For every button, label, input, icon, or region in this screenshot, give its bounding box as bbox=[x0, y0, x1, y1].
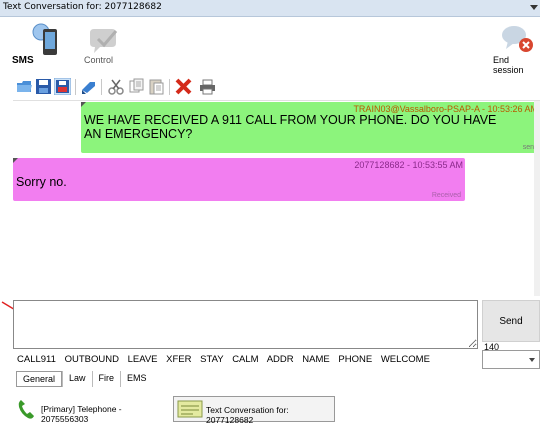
tab-ems[interactable]: EMS bbox=[120, 371, 153, 387]
quick-message-phone[interactable]: PHONE bbox=[338, 354, 372, 365]
delete-icon[interactable] bbox=[175, 78, 192, 95]
message-corner-marker bbox=[13, 158, 18, 163]
sms-label: SMS bbox=[12, 55, 34, 66]
send-button[interactable]: Send bbox=[482, 300, 540, 342]
toolbar-separator bbox=[169, 79, 170, 95]
quick-message-leave[interactable]: LEAVE bbox=[128, 354, 158, 365]
control-icon bbox=[90, 29, 118, 53]
message-meta: 2077128682 - 10:53:55 AM bbox=[354, 160, 463, 170]
paste-icon[interactable] bbox=[148, 78, 165, 95]
window-title: Text Conversation for: 2077128682 bbox=[3, 2, 162, 12]
cut-icon[interactable] bbox=[108, 78, 125, 95]
conversation-scrollbar[interactable] bbox=[534, 101, 540, 296]
quick-message-welcome[interactable]: WELCOME bbox=[381, 354, 430, 365]
save-all-icon[interactable] bbox=[54, 78, 71, 95]
window-menu-arrow-icon[interactable] bbox=[530, 5, 538, 10]
tab-fire[interactable]: Fire bbox=[91, 371, 121, 387]
message-corner-marker bbox=[81, 102, 86, 107]
text-session-label: Text Conversation for: 2077128682 bbox=[206, 405, 289, 425]
chevron-down-icon bbox=[529, 358, 535, 362]
print-icon[interactable] bbox=[199, 78, 216, 95]
edit-toolbar bbox=[0, 77, 540, 97]
conversation-pane[interactable]: TRAIN03@Vassalboro-PSAP-A - 10:53:26 AM … bbox=[13, 100, 540, 296]
quick-message-addr[interactable]: ADDR bbox=[267, 354, 294, 365]
end-session-icon bbox=[502, 26, 533, 52]
save-icon[interactable] bbox=[35, 78, 52, 95]
session-taskbar: [Primary] Telephone - 2075556303 Text Co… bbox=[13, 392, 540, 425]
quick-message-outbound[interactable]: OUTBOUND bbox=[65, 354, 119, 365]
message-outgoing: TRAIN03@Vassalboro-PSAP-A - 10:53:26 AM … bbox=[81, 102, 540, 153]
quick-message-name[interactable]: NAME bbox=[302, 354, 329, 365]
phone-session-label: [Primary] Telephone - 2075556303 bbox=[41, 404, 122, 424]
send-back-icon[interactable] bbox=[80, 78, 97, 95]
quick-messages: CALL911 OUTBOUND LEAVE XFER STAY CALM AD… bbox=[17, 354, 436, 368]
tab-general[interactable]: General bbox=[16, 371, 63, 387]
text-conversation-icon bbox=[177, 400, 203, 418]
text-session-item[interactable]: Text Conversation for: 2077128682 bbox=[173, 396, 335, 425]
message-text: WE HAVE RECEIVED A 911 CALL FROM YOUR PH… bbox=[84, 113, 497, 141]
sms-phone-icon bbox=[32, 23, 57, 55]
phone-session-item[interactable]: [Primary] Telephone - 2075556303 bbox=[13, 396, 163, 424]
control-label: Control bbox=[84, 55, 114, 65]
open-folder-icon[interactable] bbox=[16, 78, 33, 95]
quick-message-call911[interactable]: CALL911 bbox=[17, 354, 56, 365]
message-input[interactable] bbox=[13, 300, 478, 349]
toolbar-separator bbox=[75, 79, 76, 95]
quick-message-tabs: General Law Fire EMS bbox=[16, 371, 153, 387]
quick-message-xfer[interactable]: XFER bbox=[166, 354, 191, 365]
quick-message-calm[interactable]: CALM bbox=[232, 354, 258, 365]
message-text: Sorry no. bbox=[16, 175, 67, 189]
copy-icon[interactable] bbox=[128, 78, 145, 95]
main-toolbar: SMS Control End session bbox=[0, 17, 540, 75]
window-titlebar: Text Conversation for: 2077128682 bbox=[0, 0, 540, 17]
quick-message-stay[interactable]: STAY bbox=[200, 354, 223, 365]
toolbar-separator bbox=[101, 79, 102, 95]
message-status: Received bbox=[431, 192, 461, 199]
quick-text-dropdown[interactable] bbox=[482, 350, 540, 369]
message-incoming: 2077128682 - 10:53:55 AM Sorry no. Recei… bbox=[13, 158, 465, 201]
telephone-icon bbox=[18, 400, 34, 419]
tab-law[interactable]: Law bbox=[62, 371, 92, 387]
end-session-label: End session bbox=[493, 55, 524, 75]
